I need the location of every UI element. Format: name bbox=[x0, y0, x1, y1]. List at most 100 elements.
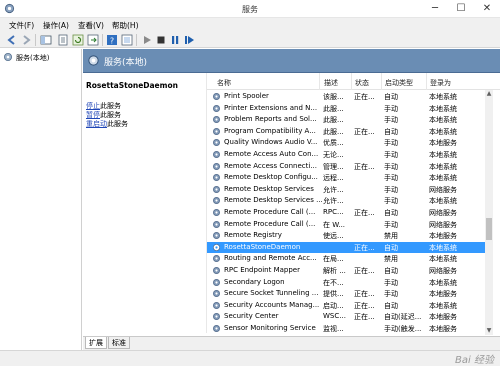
stop-link[interactable]: 停止 bbox=[86, 102, 100, 110]
maximize-button[interactable]: ☐ bbox=[448, 0, 474, 18]
service-row[interactable]: Program Compatibility A... 此服... 正在... 自动 本地… bbox=[207, 126, 488, 138]
service-row[interactable]: Remote Access Auto Con... 无论... 手动 本地系统 bbox=[207, 149, 488, 161]
show-hide-tree-icon[interactable] bbox=[40, 34, 52, 46]
service-name-cell: Remote Desktop Configu... bbox=[224, 173, 318, 182]
menu-view[interactable]: 查看(V) bbox=[78, 20, 104, 31]
service-name-cell: Security Center bbox=[224, 312, 279, 321]
column-header-name[interactable]: 名称 bbox=[217, 78, 231, 88]
column-header-startup-type[interactable]: 启动类型 bbox=[385, 78, 413, 88]
service-row[interactable]: Remote Procedure Call (... 在 W... 手动 网络服务 bbox=[207, 219, 488, 231]
pause-service-icon[interactable] bbox=[169, 34, 181, 46]
watermark-text: Bai 经验 bbox=[455, 355, 494, 366]
service-row[interactable]: Printer Extensions and N... 此服... 手动 本地系统 bbox=[207, 103, 488, 115]
stop-service-icon[interactable] bbox=[155, 34, 167, 46]
service-description-cell: 使远... bbox=[323, 232, 344, 241]
console-tree-pane: 服务(本地) bbox=[0, 49, 82, 362]
service-startup-type-cell: 手动 bbox=[384, 197, 398, 206]
service-row[interactable]: Remote Desktop Configu... 远程... 手动 本地系统 bbox=[207, 172, 488, 184]
service-gear-icon bbox=[213, 220, 220, 228]
service-row[interactable]: Quality Windows Audio V... 优质... 手动 本地服务 bbox=[207, 137, 488, 149]
pause-link[interactable]: 暂停 bbox=[86, 111, 100, 119]
menu-action[interactable]: 操作(A) bbox=[43, 20, 69, 31]
service-startup-type-cell: 手动 bbox=[384, 151, 398, 159]
service-startup-type-cell: 禁用 bbox=[384, 255, 398, 264]
column-header-log-on-as[interactable]: 登录为 bbox=[430, 78, 451, 88]
service-status-cell: 正在... bbox=[354, 313, 375, 322]
service-row[interactable]: RPC Endpoint Mapper 解析 ... 正在... 自动 网络服务 bbox=[207, 265, 488, 277]
selected-service-name: RosettaStoneDaemon bbox=[86, 81, 178, 90]
service-log-on-as-cell: 本地系统 bbox=[429, 301, 457, 310]
column-divider[interactable] bbox=[426, 73, 427, 90]
service-row[interactable]: Secure Socket Tunneling ... 提供... 正在... 手动 本… bbox=[207, 288, 488, 300]
column-divider[interactable] bbox=[381, 73, 382, 90]
toolbar-separator bbox=[35, 34, 36, 46]
column-divider[interactable] bbox=[319, 73, 320, 90]
service-log-on-as-cell: 本地服务 bbox=[429, 290, 457, 299]
service-status-cell: 正在... bbox=[354, 243, 375, 252]
service-row[interactable]: Remote Desktop Services ... 允许... 手动 本地系统 bbox=[207, 195, 488, 207]
scroll-down-arrow-icon[interactable]: ▼ bbox=[485, 327, 493, 335]
service-row[interactable]: Remote Access Connecti... 管理... 正在... 手动 本地系… bbox=[207, 161, 488, 173]
close-button[interactable]: ✕ bbox=[474, 0, 500, 18]
service-description-cell: 提供... bbox=[323, 290, 344, 299]
service-status-cell: 正在... bbox=[354, 127, 375, 136]
service-startup-type-cell: 自动 bbox=[384, 127, 398, 136]
service-name-cell: RPC Endpoint Mapper bbox=[224, 266, 300, 274]
service-description-cell: 允许... bbox=[323, 185, 344, 194]
column-divider[interactable] bbox=[351, 73, 352, 90]
restart-service-icon[interactable] bbox=[183, 34, 195, 46]
service-gear-icon bbox=[213, 162, 220, 170]
service-name-cell: Remote Procedure Call (... bbox=[224, 208, 316, 216]
service-row[interactable]: Security Accounts Manag... 启动... 正在... 自动 本地… bbox=[207, 300, 488, 312]
service-log-on-as-cell: 本地系统 bbox=[429, 151, 457, 159]
back-icon[interactable] bbox=[6, 34, 18, 46]
service-description-cell: 允许... bbox=[323, 197, 344, 206]
refresh-icon[interactable] bbox=[72, 34, 84, 46]
service-row[interactable]: Secondary Logon 在不... 手动 本地系统 bbox=[207, 277, 488, 289]
menu-file[interactable]: 文件(F) bbox=[9, 20, 34, 31]
scroll-up-arrow-icon[interactable]: ▲ bbox=[485, 90, 493, 98]
help-icon[interactable]: ? bbox=[106, 34, 118, 46]
properties-list-icon[interactable] bbox=[57, 34, 69, 46]
service-log-on-as-cell: 网络服务 bbox=[429, 185, 457, 194]
column-header-status[interactable]: 状态 bbox=[355, 78, 369, 88]
service-log-on-as-cell: 本地系统 bbox=[429, 93, 457, 101]
service-gear-icon bbox=[213, 185, 220, 193]
export-list-icon[interactable] bbox=[87, 34, 99, 46]
service-gear-icon bbox=[213, 139, 220, 147]
toolbar-separator bbox=[102, 34, 103, 46]
tab-standard[interactable]: 标准 bbox=[108, 337, 130, 349]
start-service-icon[interactable] bbox=[141, 34, 153, 46]
console-tree-icon[interactable] bbox=[121, 34, 133, 46]
service-startup-type-cell: 手动 bbox=[384, 290, 398, 299]
tab-extended[interactable]: 扩展 bbox=[85, 337, 107, 349]
service-startup-type-cell: 手动(触发... bbox=[384, 325, 422, 333]
services-list: 名称 描述 状态 启动类型 登录为 Print Spooler 该服... 正在..… bbox=[207, 73, 500, 335]
service-row[interactable]: Remote Desktop Services 允许... 手动 网络服务 bbox=[207, 184, 488, 196]
service-row[interactable]: Print Spooler 该服... 正在... 自动 本地系统 bbox=[207, 91, 488, 103]
service-gear-icon bbox=[213, 325, 220, 332]
tree-item-services-local[interactable]: 服务(本地) bbox=[3, 52, 73, 63]
scrollbar-thumb[interactable] bbox=[486, 218, 492, 240]
service-gear-icon bbox=[213, 301, 220, 309]
column-header-description[interactable]: 描述 bbox=[324, 78, 338, 88]
service-name-cell: Secure Socket Tunneling ... bbox=[224, 289, 319, 298]
service-log-on-as-cell: 本地服务 bbox=[429, 232, 457, 241]
forward-icon[interactable] bbox=[20, 34, 32, 46]
service-startup-type-cell: 自动 bbox=[384, 301, 398, 310]
service-row[interactable]: Security Center WSC... 正在... 自动(延迟... 本地服务 bbox=[207, 311, 488, 323]
service-name-cell: Problem Reports and Sol... bbox=[224, 115, 317, 124]
service-row[interactable]: Sensor Monitoring Service 监视... 手动(触发... 本地… bbox=[207, 323, 488, 335]
service-row[interactable]: Problem Reports and Sol... 此服... 手动 本地系统 bbox=[207, 114, 488, 126]
service-row[interactable]: Remote Registry 使远... 禁用 本地服务 bbox=[207, 230, 488, 242]
minimize-button[interactable]: ─ bbox=[422, 0, 448, 18]
restart-link[interactable]: 重启动 bbox=[86, 120, 107, 128]
service-row[interactable]: Routing and Remote Acc... 在局... 禁用 本地系统 bbox=[207, 253, 488, 265]
service-gear-icon bbox=[213, 174, 220, 182]
vertical-scrollbar[interactable]: ▲ ▼ bbox=[485, 90, 493, 335]
service-row[interactable]: RosettaStoneDaemon 正在... 自动 本地系统 bbox=[207, 241, 488, 254]
service-name-cell: Remote Procedure Call (... bbox=[224, 219, 316, 228]
menu-help[interactable]: 帮助(H) bbox=[112, 20, 139, 31]
service-row[interactable]: Remote Procedure Call (... RPC... 正在... 自动 网… bbox=[207, 207, 488, 219]
service-gear-icon bbox=[213, 116, 220, 124]
